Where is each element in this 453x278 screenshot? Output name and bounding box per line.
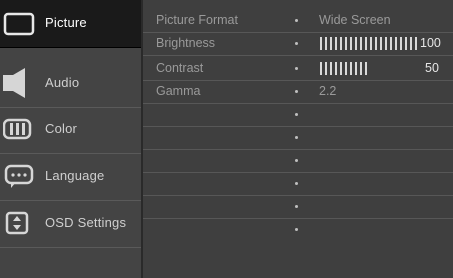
picture-icon <box>3 8 35 38</box>
bullet-icon <box>295 67 298 70</box>
sidebar-item-label: Language <box>45 168 105 183</box>
level-tick <box>360 37 362 50</box>
setting-name: Gamma <box>156 84 201 98</box>
level-tick <box>360 62 362 75</box>
bullet-icon <box>295 42 298 45</box>
level-tick <box>410 62 412 75</box>
sidebar-item-label: OSD Settings <box>45 215 127 230</box>
setting-name: Picture Format <box>156 13 238 27</box>
level-tick <box>400 37 402 50</box>
level-tick <box>340 62 342 75</box>
bullet-icon <box>295 19 298 22</box>
level-tick <box>355 37 357 50</box>
sidebar-item-picture[interactable]: Picture <box>0 0 141 48</box>
level-tick <box>380 37 382 50</box>
setting-row-empty <box>143 218 453 241</box>
setting-row-empty <box>143 195 453 219</box>
language-icon <box>3 161 35 191</box>
level-tick <box>415 37 417 50</box>
level-tick <box>390 62 392 75</box>
level-tick <box>325 62 327 75</box>
level-tick <box>355 62 357 75</box>
setting-value: 2.2 <box>319 84 337 98</box>
sidebar-item-label: Color <box>45 121 78 136</box>
osd-settings-icon <box>3 208 35 238</box>
bullet-icon <box>295 136 298 139</box>
settings-panel: Picture Format Wide Screen Brightness 10… <box>143 0 453 278</box>
level-tick <box>395 37 397 50</box>
level-tick <box>365 62 367 75</box>
level-tick <box>320 37 322 50</box>
level-tick <box>410 37 412 50</box>
osd-menu: Picture Audio Color Language OSD Setting… <box>0 0 453 278</box>
bullet-icon <box>295 90 298 93</box>
setting-name: Contrast <box>156 61 204 75</box>
level-tick <box>335 37 337 50</box>
color-icon <box>3 114 35 144</box>
bullet-icon <box>295 159 298 162</box>
setting-row-empty <box>143 126 453 150</box>
level-tick <box>345 62 347 75</box>
level-tick <box>385 62 387 75</box>
level-tick <box>405 62 407 75</box>
bullet-icon <box>295 113 298 116</box>
level-tick <box>390 37 392 50</box>
level-tick <box>320 62 322 75</box>
level-tick <box>350 62 352 75</box>
contrast-value: 50 <box>425 61 439 75</box>
bullet-icon <box>295 182 298 185</box>
contrast-level-bar[interactable] <box>320 62 417 75</box>
level-tick <box>330 62 332 75</box>
bullet-icon <box>295 205 298 208</box>
setting-row-contrast[interactable]: Contrast 50 <box>143 57 453 81</box>
level-tick <box>385 37 387 50</box>
level-tick <box>395 62 397 75</box>
setting-row-brightness[interactable]: Brightness 100 <box>143 32 453 56</box>
level-tick <box>350 37 352 50</box>
level-tick <box>335 62 337 75</box>
sidebar-item-language[interactable]: Language <box>0 153 141 201</box>
speaker-icon <box>3 68 35 98</box>
level-tick <box>415 62 417 75</box>
level-tick <box>375 37 377 50</box>
level-tick <box>330 37 332 50</box>
setting-row-empty <box>143 103 453 127</box>
brightness-level-bar[interactable] <box>320 37 417 50</box>
level-tick <box>370 37 372 50</box>
sidebar-item-label: Audio <box>45 75 80 90</box>
brightness-value: 100 <box>420 36 441 50</box>
level-tick <box>405 37 407 50</box>
sidebar-item-color[interactable]: Color <box>0 106 141 154</box>
setting-value: Wide Screen <box>319 13 391 27</box>
level-tick <box>345 37 347 50</box>
setting-row-gamma[interactable]: Gamma 2.2 <box>143 80 453 104</box>
level-tick <box>340 37 342 50</box>
level-tick <box>400 62 402 75</box>
setting-row-empty <box>143 172 453 196</box>
bullet-icon <box>295 228 298 231</box>
level-tick <box>375 62 377 75</box>
setting-row-picture-format[interactable]: Picture Format Wide Screen <box>143 9 453 33</box>
sidebar: Picture Audio Color Language OSD Setting… <box>0 0 143 278</box>
setting-name: Brightness <box>156 36 216 50</box>
level-tick <box>380 62 382 75</box>
level-tick <box>365 37 367 50</box>
setting-row-empty <box>143 149 453 173</box>
sidebar-item-osd-settings[interactable]: OSD Settings <box>0 200 141 248</box>
sidebar-item-label: Picture <box>45 15 87 30</box>
sidebar-item-audio[interactable]: Audio <box>0 60 141 108</box>
level-tick <box>325 37 327 50</box>
level-tick <box>370 62 372 75</box>
